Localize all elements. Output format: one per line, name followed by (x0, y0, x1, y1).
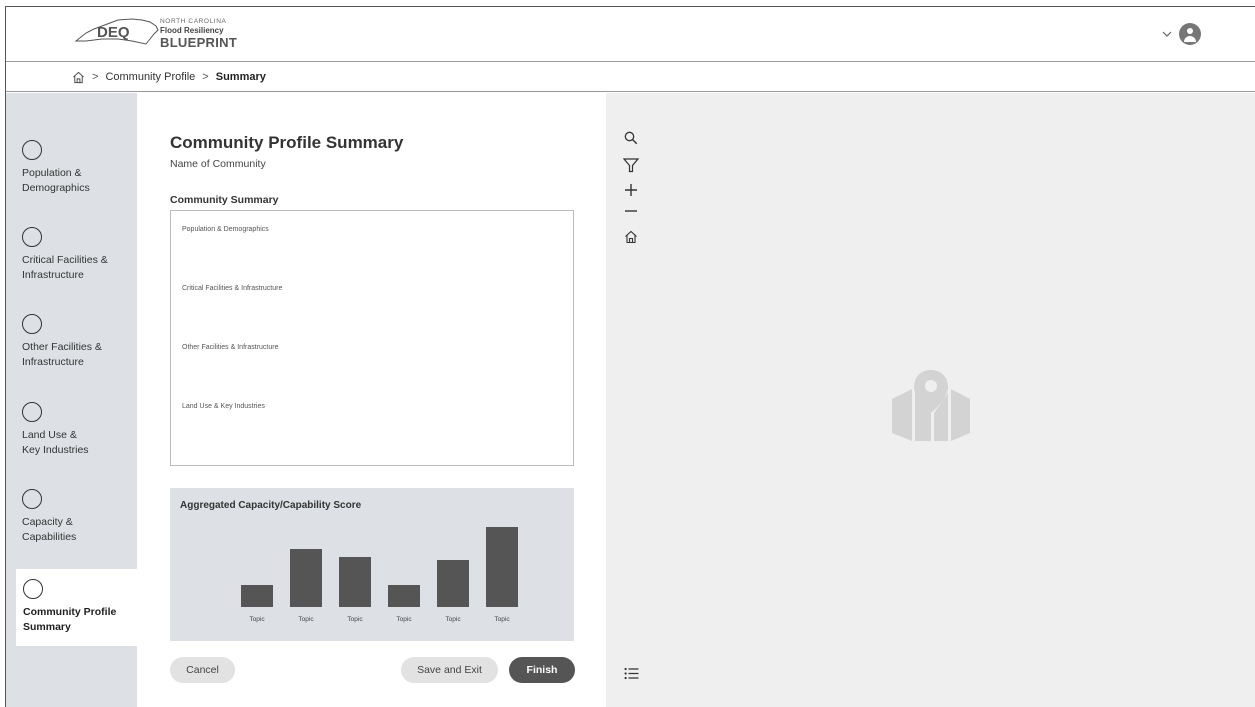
logo-wordmark: DEQ (97, 24, 130, 41)
map-filter-button[interactable] (623, 157, 639, 173)
sidebar-item-label: Population & Demographics (22, 167, 90, 195)
score-panel: Topic Topic Topic Topic Topic Topic Aggregate… (170, 488, 574, 641)
sidebar-item-capacity[interactable]: Capacity & Capabilities (6, 489, 137, 545)
logo-line-1: NORTH CAROLINA (160, 18, 227, 25)
home-icon[interactable] (72, 71, 85, 84)
chevron-down-icon[interactable] (1161, 28, 1173, 40)
chart-bar (241, 585, 273, 607)
logo-line-3: BLUEPRINT (160, 34, 238, 50)
sidebar-item-population[interactable]: Population & Demographics (6, 140, 137, 196)
app-frame: DEQ NORTH CAROLINA Flood Resiliency BLUE… (5, 6, 1255, 707)
chart-tick-label: Topic (347, 616, 363, 623)
finish-button[interactable]: Finish (509, 657, 575, 683)
breadcrumb-community-profile[interactable]: Community Profile (105, 71, 195, 83)
cancel-button[interactable]: Cancel (170, 657, 235, 683)
step-sidebar: Population & Demographics Critical Facil… (6, 93, 137, 707)
community-summary-heading: Community Summary (170, 194, 279, 206)
map-zoom-in-button[interactable] (623, 182, 639, 198)
chart-bar (437, 560, 469, 607)
breadcrumb-separator: > (92, 71, 99, 83)
map-home-button[interactable] (623, 229, 639, 245)
save-and-exit-button[interactable]: Save and Exit (401, 657, 498, 683)
chart-bar (388, 585, 420, 607)
step-circle-icon (22, 314, 42, 334)
sidebar-item-critical-facilities[interactable]: Critical Facilities & Infrastructure (6, 227, 137, 283)
avatar[interactable] (1179, 23, 1201, 45)
summary-item-land-use: Land Use & Key Industries (182, 403, 265, 410)
logo-text: NORTH CAROLINA Flood Resiliency BLUEPRIN… (160, 18, 238, 50)
zoom-in-icon (625, 184, 637, 196)
chart-bar (486, 527, 518, 607)
sidebar-item-label: Capacity & Capabilities (22, 516, 77, 544)
chart-bar (339, 557, 371, 607)
breadcrumb-separator: > (202, 71, 209, 83)
app-header: DEQ NORTH CAROLINA Flood Resiliency BLUE… (6, 7, 1255, 62)
home-icon (625, 230, 637, 244)
zoom-out-icon (625, 210, 637, 212)
sidebar-item-summary[interactable]: Community Profile Summary (16, 569, 137, 646)
main-panel: Community Profile Summary Name of Commun… (137, 93, 605, 707)
map-zoom-out-button[interactable] (623, 203, 639, 219)
map-panel[interactable] (606, 93, 1255, 707)
filter-icon (623, 157, 639, 172)
map-search-button[interactable] (623, 130, 639, 146)
sidebar-item-label: Critical Facilities & Infrastructure (22, 254, 108, 282)
deq-logo[interactable]: DEQ (72, 17, 160, 47)
logo-line-2: Flood Resiliency (160, 25, 224, 35)
community-name: Name of Community (170, 158, 266, 170)
sidebar-item-land-use[interactable]: Land Use & Key Industries (6, 402, 137, 458)
sidebar-item-label: Community Profile Summary (23, 606, 117, 634)
chart-tick-label: Topic (445, 616, 461, 623)
page-title: Community Profile Summary (170, 133, 404, 152)
map-legend-button[interactable] (623, 665, 639, 681)
step-circle-icon (22, 140, 42, 160)
step-circle-icon (22, 227, 42, 247)
step-circle-icon (23, 579, 43, 599)
step-circle-icon (22, 402, 42, 422)
chart-tick-label: Topic (249, 616, 265, 623)
breadcrumb-summary: Summary (215, 71, 266, 83)
chart-tick-label: Topic (494, 616, 510, 623)
sidebar-item-label: Land Use & Key Industries (22, 429, 89, 457)
user-menu[interactable] (1161, 23, 1201, 45)
summary-item-population: Population & Demographics (182, 226, 269, 233)
summary-item-critical-facilities: Critical Facilities & Infrastructure (182, 285, 283, 292)
score-title: Aggregated Capacity/Capability Score (180, 500, 362, 511)
chart-bar (290, 549, 322, 607)
summary-item-other-facilities: Other Facilities & Infrastructure (182, 344, 279, 351)
chart-tick-label: Topic (396, 616, 412, 623)
community-summary-box: Population & Demographics Critical Facil… (170, 210, 574, 466)
search-icon (624, 131, 638, 145)
chart-tick-label: Topic (298, 616, 314, 623)
list-icon (624, 667, 638, 679)
breadcrumb: > Community Profile > Summary (6, 63, 1255, 92)
sidebar-item-other-facilities[interactable]: Other Facilities & Infrastructure (6, 314, 137, 370)
step-circle-icon (22, 489, 42, 509)
map-pin-icon (892, 370, 970, 441)
sidebar-item-label: Other Facilities & Infrastructure (22, 341, 102, 369)
